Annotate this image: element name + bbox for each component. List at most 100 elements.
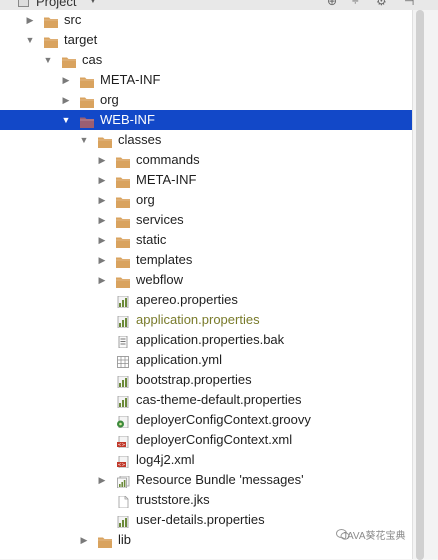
folder-icon [62,54,76,68]
tree-row[interactable]: ▶ org [0,190,412,210]
tree-item-label: src [64,12,82,27]
properties-file-icon [116,514,130,529]
folder-icon [80,114,94,128]
expand-arrow-icon[interactable]: ▼ [60,110,72,130]
yml-file-icon [116,354,130,368]
expand-arrow-icon[interactable]: ▼ [78,130,90,150]
project-view-title[interactable]: Project [36,0,76,9]
sync-icon[interactable]: ⊕ [327,0,337,8]
tree-item-label: services [136,212,184,227]
folder-icon [44,14,58,28]
tree-row[interactable]: ▼ cas [0,50,412,70]
tree-item-label: bootstrap.properties [136,372,252,387]
collapse-arrow-icon[interactable]: ▶ [96,270,108,290]
tree-row[interactable]: bootstrap.properties [0,370,412,390]
collapse-arrow-icon[interactable]: ▶ [96,190,108,210]
folder-icon [116,254,130,268]
tree-item-label: cas [82,52,103,67]
expand-arrow-icon[interactable]: ▼ [42,50,54,70]
folder-icon [116,174,130,188]
tree-row[interactable]: ▶ META-INF [0,70,412,90]
scrollbar-thumb[interactable] [416,10,424,560]
tree-item-label: truststore.jks [136,492,210,507]
tree-row[interactable]: ▼ classes [0,130,412,150]
tree-item-label: templates [136,252,193,267]
folder-icon [116,194,130,208]
tree-row[interactable]: ▼ target [0,30,412,50]
tree-row[interactable]: application.properties.bak [0,330,412,350]
chevron-down-icon[interactable]: ▼ [88,0,98,6]
tree-row[interactable]: <> deployerConfigContext.xml [0,430,412,450]
tree-row[interactable]: application.properties [0,310,412,330]
gear-icon[interactable]: ⚙ [376,0,387,8]
folder-icon [98,534,112,548]
properties-file-icon [116,294,130,309]
properties-file-icon [116,314,130,329]
folder-icon [116,214,130,228]
tree-item-label: commands [136,152,200,167]
tree-item-label: org [136,192,155,207]
tree-row[interactable]: ▶ static [0,230,412,250]
xml-file-icon: <> [116,454,130,469]
tree-item-label: user-details.properties [136,512,265,527]
collapse-arrow-icon[interactable]: ▶ [60,90,72,110]
collapse-all-icon[interactable]: ÷ [352,0,359,8]
tree-row[interactable]: deployerConfigContext.groovy [0,410,412,430]
tree-row[interactable]: <> log4j2.xml [0,450,412,470]
tree-row[interactable]: truststore.jks [0,490,412,510]
tree-item-label: WEB-INF [100,112,155,127]
tree-item-label: target [64,32,98,47]
collapse-arrow-icon[interactable]: ▶ [96,250,108,270]
svg-text:<>: <> [118,442,126,448]
expand-arrow-icon[interactable]: ▼ [24,30,36,50]
tree-row[interactable]: application.yml [0,350,412,370]
collapse-arrow-icon[interactable]: ▶ [96,210,108,230]
xml-file-icon: <> [116,434,130,449]
collapse-arrow-icon[interactable]: ▶ [96,230,108,250]
folder-icon [44,34,58,48]
hide-icon[interactable]: ⊣ [404,0,414,8]
vertical-scrollbar[interactable] [412,10,438,560]
tree-item-label: application.properties.bak [136,332,285,347]
properties-file-icon [116,394,130,409]
resource-bundle-icon [116,474,130,489]
collapse-arrow-icon[interactable]: ▶ [24,10,36,30]
folder-icon [116,274,130,288]
tree-item-label: META-INF [100,72,161,87]
folder-icon [98,134,112,148]
folder-icon [80,74,94,88]
collapse-arrow-icon[interactable]: ▶ [60,70,72,90]
watermark-text: JAVA葵花宝典 [342,531,406,542]
tree-row[interactable]: ▶ templates [0,250,412,270]
tree-row[interactable]: ▶ services [0,210,412,230]
project-tree[interactable]: ▶ src ▼ target ▼ cas ▶ META-INF ▶ org ▼ WEB-INF ▼ cla… [0,10,412,559]
tree-row[interactable]: cas-theme-default.properties [0,390,412,410]
tree-row[interactable]: apereo.properties [0,290,412,310]
tree-item-label: static [136,232,167,247]
tree-row[interactable]: ▶ commands [0,150,412,170]
tree-item-label: apereo.properties [136,292,238,307]
collapse-arrow-icon[interactable]: ▶ [78,530,90,550]
tree-item-label: webflow [136,272,183,287]
tree-item-label: lib [118,532,132,547]
generic-file-icon [116,494,130,509]
tree-row[interactable]: ▶ META-INF [0,170,412,190]
tree-row[interactable]: ▶ src [0,10,412,30]
collapse-arrow-icon[interactable]: ▶ [96,470,108,490]
tree-item-label: application.properties [136,312,260,327]
tree-row[interactable]: ▼ WEB-INF [0,110,412,130]
tree-item-label: application.yml [136,352,222,367]
tree-item-label: Resource Bundle 'messages' [136,472,304,487]
tree-row[interactable]: ▶ org [0,90,412,110]
collapse-arrow-icon[interactable]: ▶ [96,170,108,190]
tree-row[interactable]: ▶ webflow [0,270,412,290]
tree-row[interactable]: ▶ Resource Bundle 'messages' [0,470,412,490]
folder-icon [116,234,130,248]
tree-item-label: org [100,92,119,107]
properties-file-icon [116,374,130,389]
collapse-arrow-icon[interactable]: ▶ [96,150,108,170]
tree-item-label: META-INF [136,172,197,187]
tree-item-label: deployerConfigContext.groovy [136,412,311,427]
svg-text:<>: <> [118,462,126,468]
tree-item-label: log4j2.xml [136,452,195,467]
